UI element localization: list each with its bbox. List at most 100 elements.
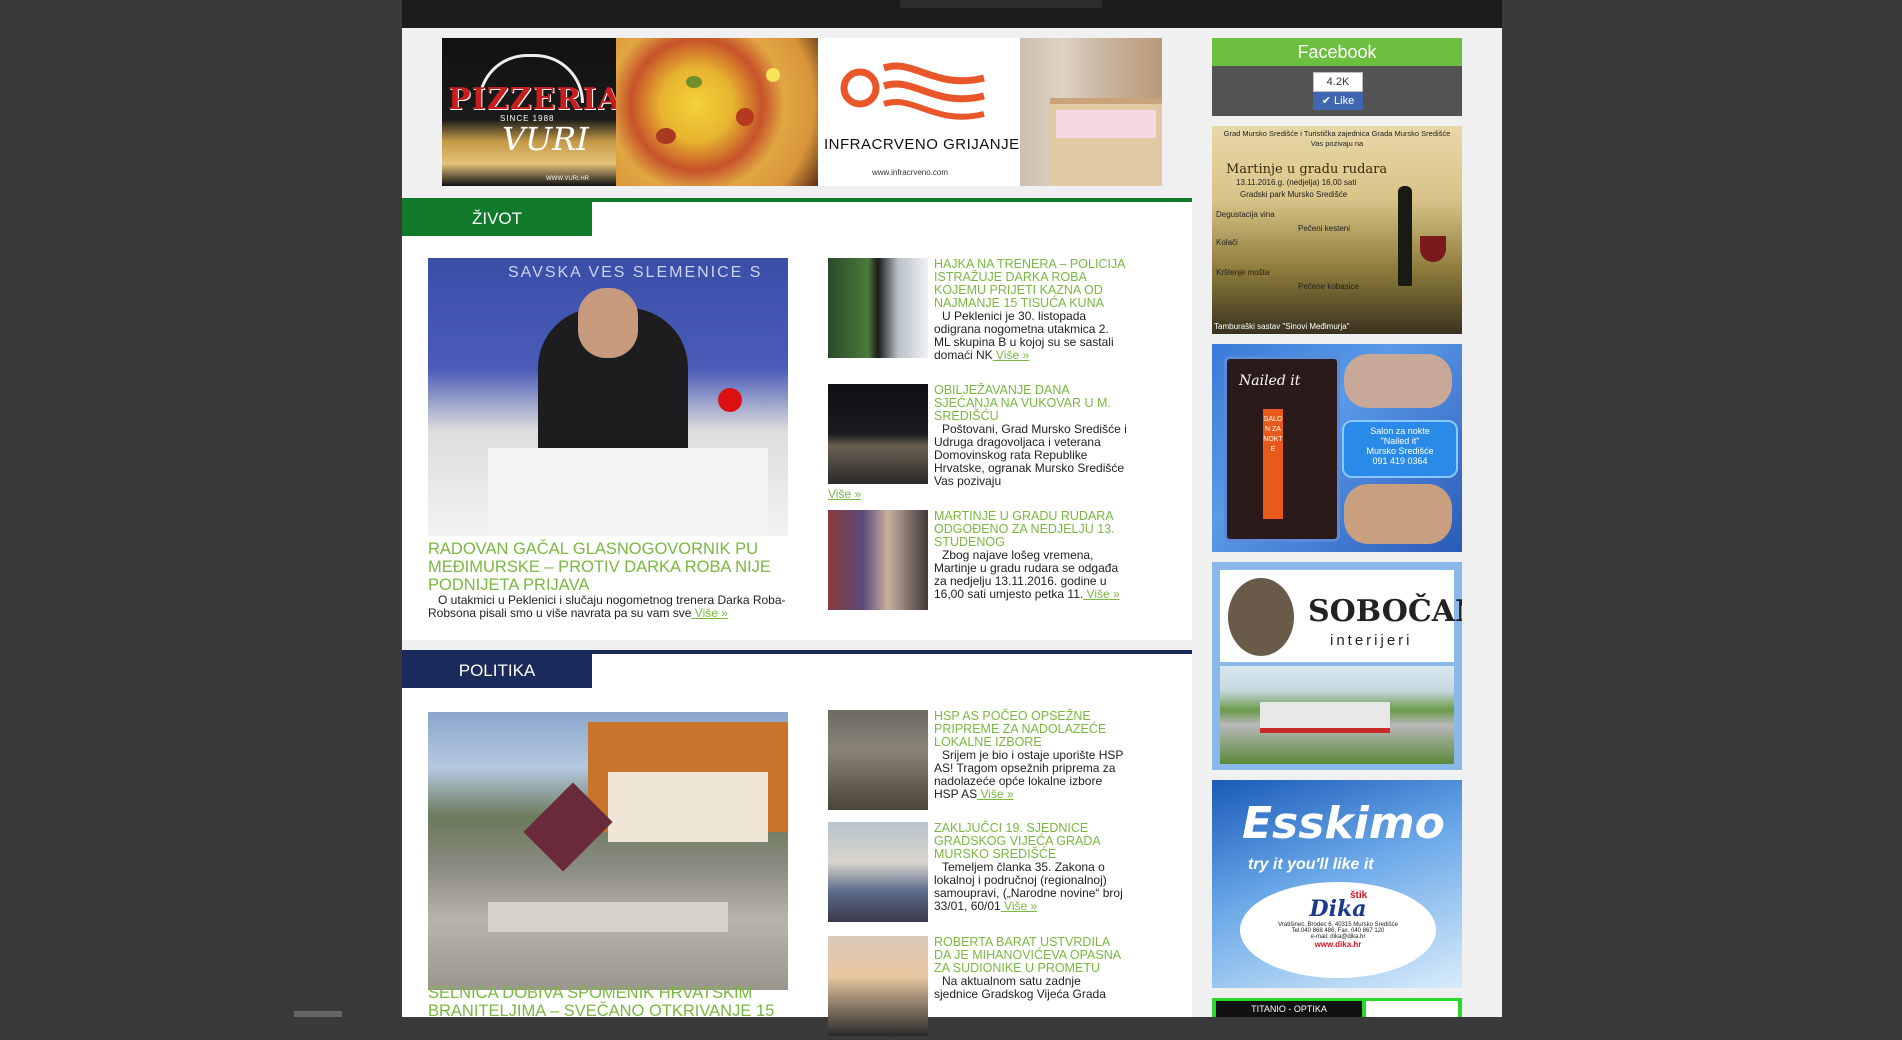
martinje-invite: Grad Mursko Središće i Turistička zajedn… bbox=[1223, 129, 1451, 148]
house-wall bbox=[608, 772, 768, 842]
facebook-widget-title: Facebook bbox=[1212, 38, 1462, 66]
article-thumbnail[interactable] bbox=[828, 258, 928, 358]
more-link[interactable]: Više » bbox=[1001, 899, 1037, 913]
lead-excerpt-zivot: O utakmici u Peklenici i slučaju nogomet… bbox=[428, 594, 818, 620]
like-button-label: Like bbox=[1334, 95, 1355, 107]
tab-zivot[interactable]: ŽIVOT bbox=[402, 202, 592, 236]
section-zivot: ŽIVOT SAVSKA VES SLEMENICE S RADOVAN GAČ… bbox=[402, 198, 1192, 640]
monument-base bbox=[488, 902, 728, 932]
salon-vertical-text: SALON ZA NOKTE bbox=[1263, 416, 1283, 453]
thumbs-up-icon: ✔ bbox=[1321, 95, 1331, 107]
martinje-date: 13.11.2016.g. (nedjelja) 16,00 sati bbox=[1236, 178, 1357, 187]
lead-excerpt-text: O utakmici u Peklenici i slučaju nogomet… bbox=[428, 593, 786, 620]
article-excerpt-text: Poštovani, Grad Mursko Središće i Udruga… bbox=[934, 422, 1127, 488]
corn-topping bbox=[766, 68, 780, 82]
salon-sign: Nailed it bbox=[1239, 373, 1301, 389]
top-banner-ad[interactable]: PIZZERIA SINCE 1988 VURI WWW.VURI.HR INF… bbox=[442, 38, 1162, 186]
article-thumbnail[interactable] bbox=[828, 822, 928, 922]
bedroom-image bbox=[1020, 38, 1162, 186]
sobocan-ad[interactable]: SOBOČAN interijeri bbox=[1212, 562, 1462, 770]
article-thumbnail[interactable] bbox=[828, 936, 928, 1036]
salon-info-bubble: Salon za nokte "Nailed it" Mursko Središ… bbox=[1342, 420, 1458, 478]
page: PIZZERIA SINCE 1988 VURI WWW.VURI.HR INF… bbox=[402, 0, 1502, 1036]
bubble-line: Mursko Središće bbox=[1366, 446, 1434, 456]
bottom-scroll-handle[interactable] bbox=[294, 1011, 342, 1017]
section-politika: POLITIKA SELNICA DOBIVA SPOMENIK HRVATSK… bbox=[402, 650, 1192, 1036]
list-item: HAJKA NA TRENERA – POLICIJA ISTRAŽUJE DA… bbox=[828, 258, 1128, 362]
martinje-footer: Tamburaški sastav "Sinovi Međimurja" bbox=[1214, 322, 1350, 331]
infracrveno-logo-icon bbox=[840, 62, 985, 120]
nailed-it-ad[interactable]: Nailed it SALON ZA NOKTE Salon za nokte … bbox=[1212, 344, 1462, 552]
bubble-line: Salon za nokte bbox=[1370, 426, 1430, 436]
titanio-optika-ad[interactable]: TITANIO - OPTIKA bbox=[1212, 998, 1462, 1017]
pizzeria-brand: VURI bbox=[502, 120, 589, 158]
salami-topping bbox=[736, 108, 754, 126]
person-head bbox=[578, 288, 638, 358]
top-navbar bbox=[402, 0, 1502, 28]
like-count: 4.2K bbox=[1313, 72, 1363, 92]
more-link[interactable]: Više » bbox=[828, 487, 861, 501]
nails-photo bbox=[1344, 484, 1452, 544]
article-excerpt-text: Na aktualnom satu zadnje sjednice Gradsk… bbox=[934, 974, 1106, 1001]
image-banner-text: SAVSKA VES SLEMENICE S bbox=[508, 264, 763, 281]
lead-title-politika[interactable]: SELNICA DOBIVA SPOMENIK HRVATSKIM BRANIT… bbox=[428, 984, 828, 1020]
titanio-label: TITANIO - OPTIKA bbox=[1216, 1001, 1362, 1017]
infracrveno-title: INFRACRVENO GRIJANJE bbox=[824, 136, 1020, 153]
article-thumbnail[interactable] bbox=[828, 710, 928, 810]
factory-photo bbox=[1220, 666, 1454, 764]
article-excerpt-text: Srijem je bio i ostaje uporište HSP AS! … bbox=[934, 748, 1124, 801]
lead-image-zivot[interactable]: SAVSKA VES SLEMENICE S bbox=[428, 258, 788, 536]
salon-photo: Nailed it SALON ZA NOKTE bbox=[1224, 356, 1340, 542]
wine-bottle-icon bbox=[1398, 186, 1412, 286]
more-link[interactable]: Više » bbox=[1083, 587, 1120, 601]
wine-glass-icon bbox=[1420, 236, 1446, 262]
microphone-icon bbox=[718, 388, 742, 412]
dika-brand-top: štik bbox=[1350, 890, 1368, 901]
sobocan-s-logo-icon bbox=[1228, 578, 1294, 656]
facebook-like-button[interactable]: ✔ Like bbox=[1313, 92, 1363, 110]
more-link[interactable]: Više » bbox=[691, 606, 728, 620]
salon-phone: 091 419 0364 bbox=[1372, 456, 1428, 466]
esskimo-slogan: try it you'll like it bbox=[1248, 856, 1374, 873]
list-item: MARTINJE U GRADU RUDARA ODGOĐENO ZA NEDJ… bbox=[828, 510, 1128, 614]
article-thumbnail[interactable] bbox=[828, 384, 928, 484]
table-papers bbox=[488, 448, 768, 536]
martinje-ad[interactable]: Grad Mursko Središće i Turistička zajedn… bbox=[1212, 126, 1462, 334]
lead-title-zivot[interactable]: RADOVAN GAČAL GLASNOGOVORNIK PU MEĐIMURS… bbox=[428, 540, 808, 594]
list-item: ZAKLJUČCI 19. SJEDNICE GRADSKOG VIJEĆA G… bbox=[828, 822, 1128, 926]
martinje-item: Krštenje mošta bbox=[1216, 268, 1270, 277]
titanio-image bbox=[1366, 1001, 1458, 1017]
esskimo-name: Esskimo bbox=[1242, 798, 1445, 849]
salami-topping bbox=[656, 128, 676, 144]
factory-building bbox=[1260, 702, 1390, 733]
bubble-line: "Nailed it" bbox=[1380, 436, 1420, 446]
nails-photo bbox=[1344, 354, 1452, 408]
pizza-image bbox=[616, 38, 818, 186]
sobocan-logo-panel: SOBOČAN interijeri bbox=[1220, 570, 1462, 662]
list-item: HSP AS POČEO OPSEŽNE PRIPREME ZA NADOLAZ… bbox=[828, 710, 1128, 814]
dika-badge: štik Dika Vratišinec, Brodec 6, 40315 Mu… bbox=[1240, 882, 1436, 978]
martinje-place: Gradski park Mursko Središće bbox=[1240, 190, 1348, 199]
martinje-item: Pečene kobasice bbox=[1298, 282, 1359, 291]
article-thumbnail[interactable] bbox=[828, 510, 928, 610]
martinje-item: Kolači bbox=[1216, 238, 1238, 247]
dika-brand: Dika bbox=[1309, 896, 1367, 922]
bed-sheet bbox=[1056, 110, 1156, 138]
martinje-item: Degustacija vina bbox=[1216, 210, 1275, 219]
facebook-widget-body: 4.2K ✔ Like bbox=[1212, 66, 1462, 116]
tab-politika[interactable]: POLITIKA bbox=[402, 654, 592, 688]
more-link[interactable]: Više » bbox=[993, 348, 1029, 362]
pizzeria-vuri-ad[interactable]: PIZZERIA SINCE 1988 VURI WWW.VURI.HR bbox=[442, 38, 621, 186]
sobocan-name: SOBOČAN bbox=[1308, 594, 1462, 629]
pizzeria-url: WWW.VURI.HR bbox=[546, 176, 589, 182]
lead-image-politika[interactable] bbox=[428, 712, 788, 990]
martinje-title: Martinje u gradu rudara bbox=[1226, 162, 1388, 177]
dika-web: www.dika.hr bbox=[1314, 940, 1362, 949]
infracrveno-ad[interactable]: INFRACRVENO GRIJANJE www.infracrveno.com bbox=[818, 38, 1020, 186]
sobocan-sub: interijeri bbox=[1330, 632, 1413, 649]
infracrveno-url: www.infracrveno.com bbox=[872, 168, 949, 177]
martinje-item: Pečeni kesteni bbox=[1298, 224, 1351, 233]
more-link[interactable]: Više » bbox=[977, 787, 1013, 801]
esskimo-ad[interactable]: Esskimo try it you'll like it štik Dika … bbox=[1212, 780, 1462, 988]
list-item: OBILJEŽAVANJE DANA SJEĆANJA NA VUKOVAR U… bbox=[828, 384, 1128, 501]
